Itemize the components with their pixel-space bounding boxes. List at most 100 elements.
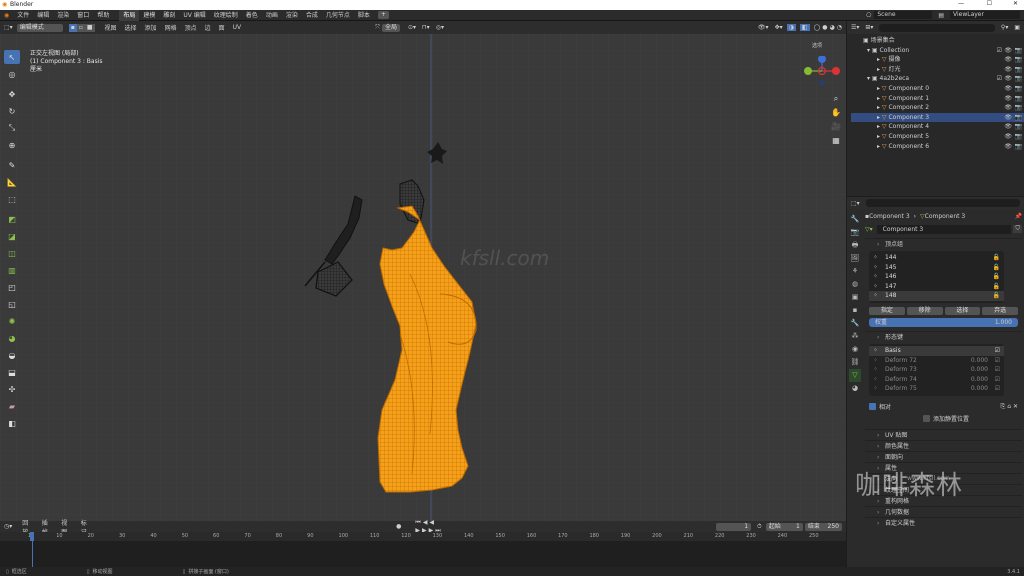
workspace-tab[interactable]: 着色 bbox=[242, 10, 262, 21]
vertex-group-button[interactable]: 移除 bbox=[906, 307, 943, 315]
scale-tool-icon[interactable]: ⤡ bbox=[4, 121, 20, 135]
stopwatch-icon[interactable]: ⏱ bbox=[757, 523, 762, 531]
lock-icon[interactable]: 🔓 bbox=[993, 263, 1000, 273]
exclude-checkbox[interactable]: ☑ bbox=[997, 46, 1002, 56]
shape-key-value[interactable]: 0.000 bbox=[971, 375, 988, 385]
bevel-tool-icon[interactable]: ◫ bbox=[4, 246, 20, 260]
start-frame-field[interactable]: 起始 1 bbox=[765, 522, 803, 531]
workspace-tab[interactable]: 建模 bbox=[139, 10, 159, 21]
exclude-checkbox[interactable]: ☑ bbox=[997, 74, 1002, 84]
shape-key-value[interactable]: 0.000 bbox=[971, 384, 988, 394]
eye-icon[interactable]: 👁 bbox=[1004, 84, 1012, 94]
material-tab-icon[interactable]: ◕ bbox=[849, 382, 861, 395]
add-workspace-button[interactable]: + bbox=[377, 11, 389, 19]
constraints-tab-icon[interactable]: ⛓ bbox=[849, 356, 861, 369]
face-select-icon[interactable]: ■ bbox=[84, 23, 95, 32]
minimize-icon[interactable]: — bbox=[958, 0, 964, 7]
shape-key-item[interactable]: ⁘ Deform 74 0.000 ☑ bbox=[869, 375, 1004, 385]
workspace-tab[interactable]: 动画 bbox=[262, 10, 282, 21]
eye-icon[interactable]: 👁 bbox=[1004, 113, 1012, 123]
timeline-ruler[interactable]: 1102030405060708090100110120130140150160… bbox=[0, 532, 846, 541]
eye-icon[interactable]: 👁 bbox=[1004, 122, 1012, 132]
pivot-icon[interactable]: ⊙▾ bbox=[408, 24, 416, 31]
eye-icon[interactable]: 👁 bbox=[1004, 55, 1012, 65]
rotate-tool-icon[interactable]: ↻ bbox=[4, 104, 20, 118]
extrude-tool-icon[interactable]: ◩ bbox=[4, 212, 20, 226]
workspace-tab[interactable]: 脚本 bbox=[354, 10, 374, 21]
object-tab-icon[interactable]: ▪ bbox=[849, 304, 861, 317]
edge-select-icon[interactable]: ▫ bbox=[76, 23, 85, 32]
vertex-group-button[interactable]: 指定 bbox=[869, 307, 905, 315]
properties-editor-icon[interactable]: ⬚▾ bbox=[851, 200, 860, 207]
navigation-gizmo[interactable] bbox=[800, 56, 846, 96]
lock-icon[interactable]: 🔓 bbox=[993, 282, 1000, 292]
zoom-icon[interactable]: ⌕ bbox=[829, 92, 843, 106]
camera-icon[interactable]: 📷 bbox=[1015, 103, 1022, 113]
workspace-tab[interactable]: 合成 bbox=[302, 10, 322, 21]
select-tool-icon[interactable]: ↖ bbox=[4, 50, 20, 64]
inset-tool-icon[interactable]: ◪ bbox=[4, 229, 20, 243]
scene-name[interactable]: Scene bbox=[874, 11, 933, 19]
outliner-editor-icon[interactable]: ☰▾ bbox=[851, 24, 859, 31]
outliner-row[interactable]: ▸ ▽ Component 0 👁 📷 bbox=[851, 84, 1024, 94]
camera-icon[interactable]: 📷 bbox=[1015, 132, 1022, 142]
lock-icon[interactable]: 🔓 bbox=[993, 272, 1000, 282]
outliner-row[interactable]: ▾ ▣ 4a2b2eca 👁 📷 ☑ bbox=[851, 74, 1024, 84]
rip-region-tool-icon[interactable]: ◧ bbox=[4, 416, 20, 430]
vertex-groups-section[interactable]: 顶点组 bbox=[865, 238, 1022, 250]
camera-icon[interactable]: 📷 bbox=[1015, 122, 1022, 132]
poly-build-tool-icon[interactable]: ◱ bbox=[4, 297, 20, 311]
weight-slider[interactable]: 权重 1.000 bbox=[869, 318, 1018, 327]
shrink-tool-icon[interactable]: ⬓ bbox=[4, 365, 20, 379]
scene-tab-icon[interactable]: ⚘ bbox=[849, 265, 861, 278]
mesh-datablock-icon[interactable]: ▽▾ bbox=[865, 226, 873, 233]
shape-key-item[interactable]: ⁘ Basis ☑ bbox=[869, 346, 1004, 356]
vertex-group-button[interactable]: 弃选 bbox=[982, 307, 1018, 315]
transform-tool-icon[interactable]: ⊕ bbox=[4, 138, 20, 152]
viewport-menu-item[interactable]: 网格 bbox=[161, 23, 181, 32]
vertex-groups-list[interactable]: ⁘ 144 🔓 ⁘ 145 🔓 ⁘ 146 🔓 ⁘ 147 🔓 ⁘ 148 🔓 bbox=[869, 251, 1004, 303]
proportional-edit-icon[interactable]: ◎▾ bbox=[436, 24, 444, 31]
new-collection-icon[interactable]: ▣ bbox=[1014, 24, 1020, 31]
camera-icon[interactable]: 📷 bbox=[1015, 65, 1022, 75]
lock-icon[interactable]: 🔓 bbox=[993, 253, 1000, 263]
properties-section[interactable]: 面朝向 bbox=[865, 451, 1022, 463]
gizmo-icon[interactable]: ✥▾ bbox=[775, 24, 783, 31]
eye-icon[interactable]: 👁 bbox=[1004, 103, 1012, 113]
outliner-row[interactable]: ▸ ▽ 灯光 👁 📷 bbox=[851, 65, 1024, 75]
outliner-row[interactable]: ▸ ▽ Component 6 👁 📷 bbox=[851, 142, 1024, 152]
mode-select[interactable]: 编辑模式 bbox=[16, 23, 63, 32]
outliner-row[interactable]: ▸ ▽ Component 1 👁 📷 bbox=[851, 94, 1024, 104]
viewport-menu-item[interactable]: UV bbox=[229, 24, 246, 31]
smooth-tool-icon[interactable]: ◕ bbox=[4, 331, 20, 345]
menu-item[interactable]: 文件 bbox=[13, 10, 33, 21]
xray-icon[interactable]: ◧ bbox=[799, 24, 810, 31]
shape-key-item[interactable]: ⁘ Deform 72 0.000 ☑ bbox=[869, 356, 1004, 366]
pin-icon[interactable]: 📌 bbox=[1015, 213, 1022, 220]
camera-icon[interactable]: 📷 bbox=[1015, 142, 1022, 152]
shape-keys-list[interactable]: ⁘ Basis ☑ ⁘ Deform 72 0.000 ☑ ⁘ Deform 73 0.000 ☑ ⁘… bbox=[869, 344, 1004, 396]
camera-icon[interactable]: 📷 bbox=[1015, 113, 1022, 123]
timeline-area[interactable]: 1102030405060708090100110120130140150160… bbox=[0, 532, 846, 567]
eye-icon[interactable]: 👁 bbox=[1004, 65, 1012, 75]
viewport-options[interactable]: 选项 bbox=[812, 42, 822, 49]
timeline-editor-icon[interactable]: ◷▾ bbox=[4, 523, 12, 530]
shading-material-icon[interactable]: ◕ bbox=[830, 24, 835, 31]
3d-viewport[interactable]: 正交左视图 (局部) (1) Component 3 : Basis 厘米 kf… bbox=[0, 34, 846, 521]
camera-icon[interactable]: 📷 bbox=[1015, 94, 1022, 104]
workspace-tab[interactable]: 纹理绘制 bbox=[210, 10, 242, 21]
loop-cut-tool-icon[interactable]: ▥ bbox=[4, 263, 20, 277]
eye-icon[interactable]: 👁 bbox=[1004, 132, 1012, 142]
current-frame-field[interactable]: 1 bbox=[715, 522, 752, 531]
properties-section[interactable]: 自定义属性 bbox=[865, 517, 1022, 529]
workspace-tab[interactable]: UV 编辑 bbox=[179, 10, 209, 21]
workspace-tab[interactable]: 雕刻 bbox=[159, 10, 179, 21]
shape-key-item[interactable]: ⁘ Deform 75 0.000 ☑ bbox=[869, 384, 1004, 394]
record-icon[interactable]: ● bbox=[396, 523, 401, 530]
cursor-tool-icon[interactable]: ◎ bbox=[4, 67, 20, 81]
vertex-select-icon[interactable]: ▪ bbox=[68, 23, 77, 32]
overlay-icon[interactable]: ◑ bbox=[786, 24, 796, 31]
outliner-row[interactable]: ▸ ▽ Component 3 👁 📷 bbox=[851, 112, 1024, 123]
playhead[interactable] bbox=[30, 532, 34, 541]
transform-orientation-select[interactable]: 全局 bbox=[381, 23, 400, 32]
